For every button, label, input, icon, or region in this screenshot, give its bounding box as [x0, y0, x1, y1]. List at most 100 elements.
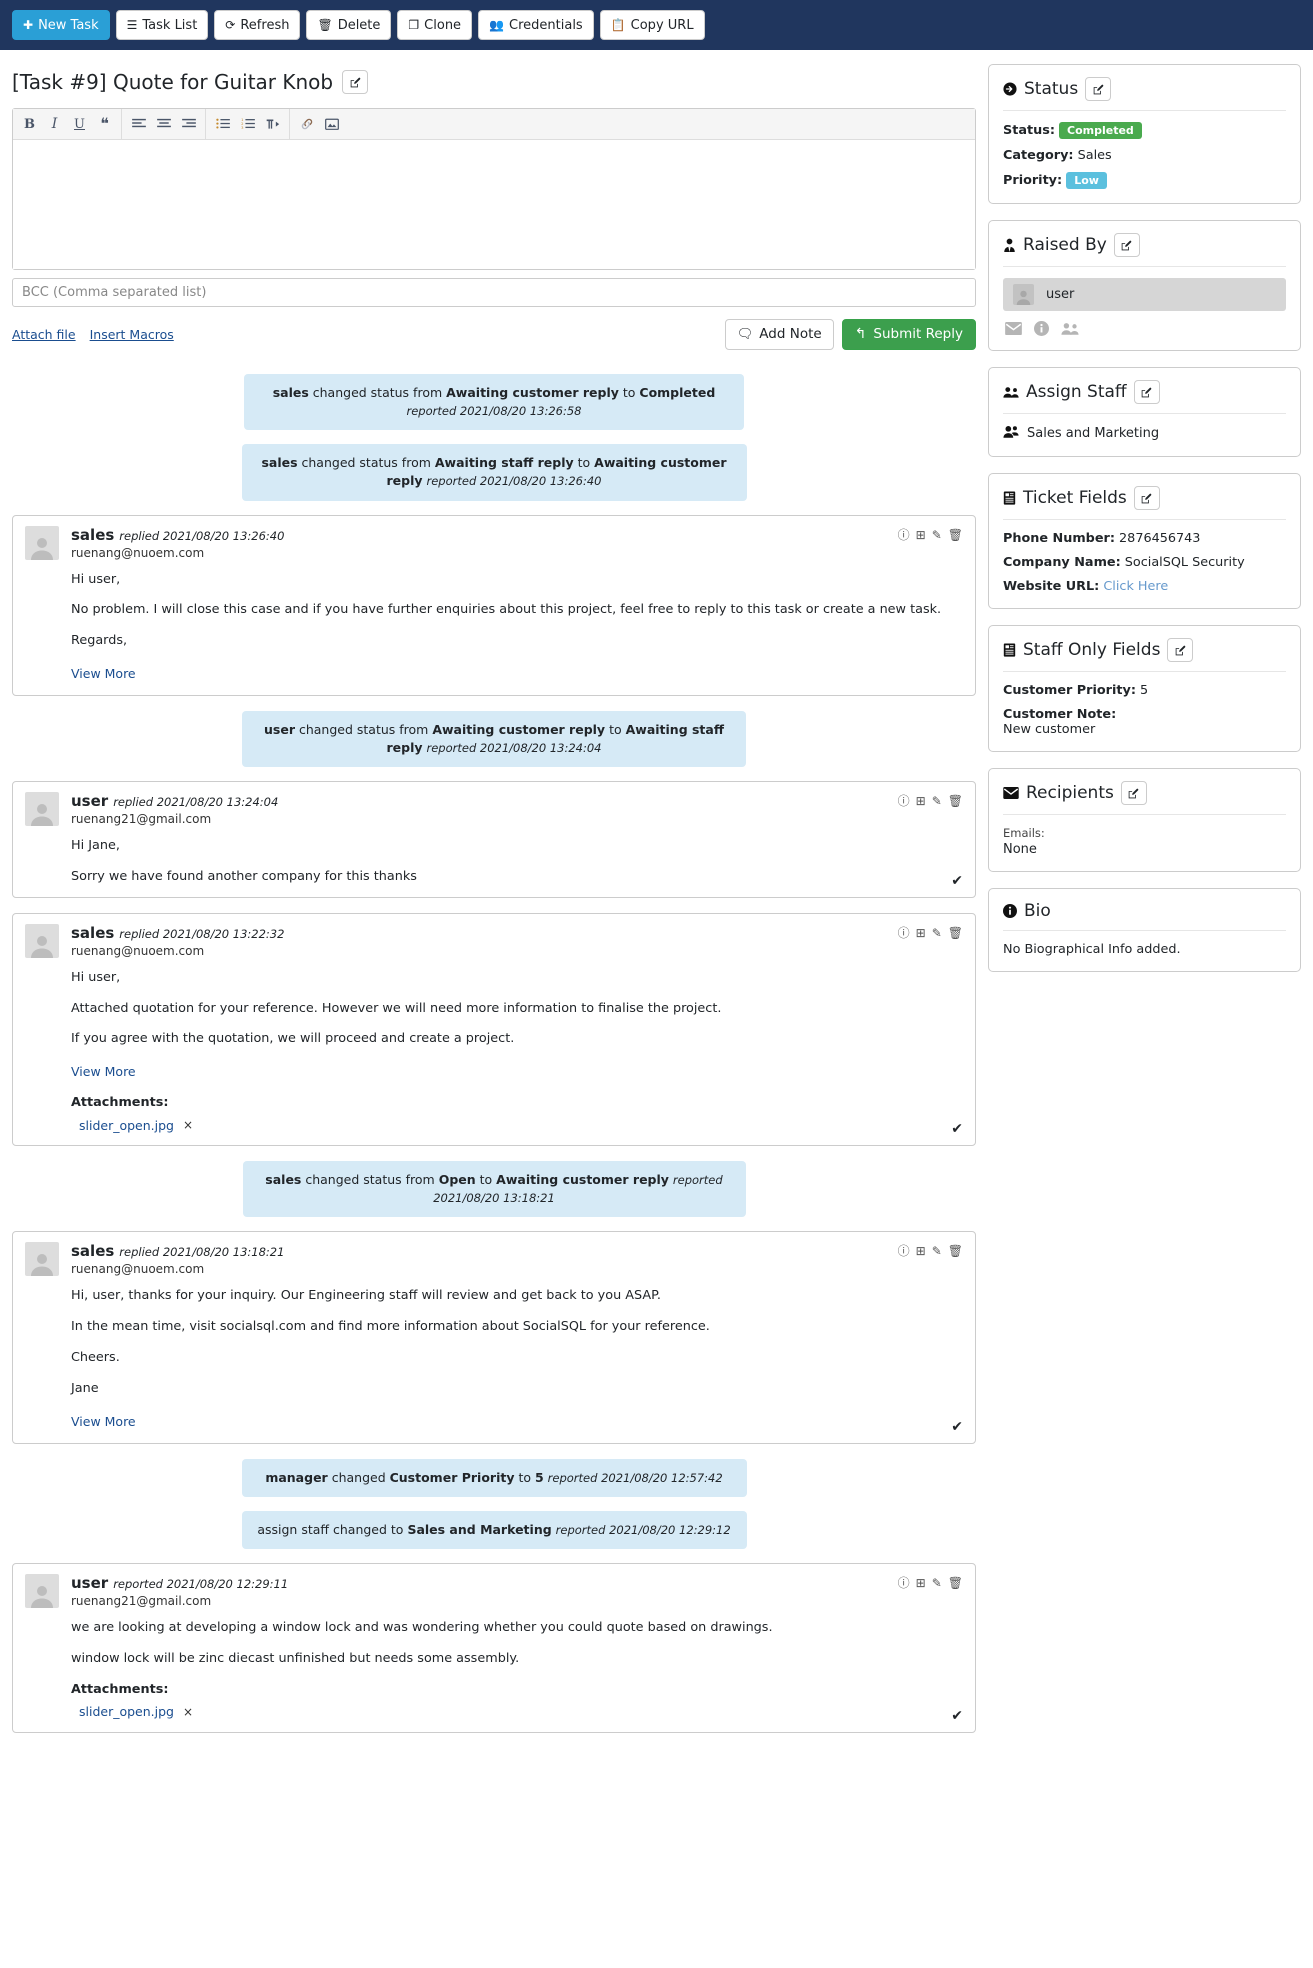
delete-icon[interactable]: 🗑	[948, 1577, 963, 1589]
edit-ticket-fields-button[interactable]	[1133, 486, 1160, 510]
customer-note-value: New customer	[1003, 722, 1096, 737]
message-header: user reported 2021/08/20 12:29:11 ruenang…	[25, 1573, 963, 1608]
align-center-icon[interactable]	[151, 111, 176, 137]
edit-status-button[interactable]	[1085, 77, 1112, 101]
message-email: ruenang21@gmail.com	[71, 1593, 212, 1608]
expand-icon[interactable]: ⊞	[916, 927, 926, 939]
attachment-link[interactable]: slider_open.jpg	[79, 1116, 174, 1135]
raised-by-user-chip[interactable]: user	[1003, 278, 1286, 311]
underline-icon[interactable]: U	[67, 111, 92, 137]
edit-icon[interactable]: ✎	[932, 1245, 942, 1257]
panel-header: Bio	[1003, 901, 1286, 931]
info-icon[interactable]: ⓘ	[898, 529, 910, 541]
message-timestamp: replied 2021/08/20 13:26:40	[119, 528, 285, 543]
title-row: [Task #9] Quote for Guitar Knob	[12, 70, 976, 94]
message-body: we are looking at developing a window lo…	[71, 1618, 963, 1722]
image-icon[interactable]	[319, 111, 344, 137]
message-paragraph: No problem. I will close this case and i…	[71, 602, 942, 618]
remove-attachment-icon[interactable]: ×	[183, 1116, 193, 1135]
edit-icon[interactable]: ✎	[932, 927, 942, 939]
remove-attachment-icon[interactable]: ×	[183, 1703, 193, 1722]
info-icon[interactable]: ⓘ	[898, 1245, 910, 1257]
message-timestamp: reported 2021/08/20 12:29:11	[113, 1576, 289, 1591]
status-text: changed status from	[301, 1172, 439, 1188]
clipboard-icon: 📋	[610, 18, 626, 32]
reply-editor-textarea[interactable]	[13, 140, 975, 269]
edit-assign-staff-button[interactable]	[1133, 380, 1160, 404]
panel-title: Ticket Fields	[1023, 488, 1127, 508]
bcc-input[interactable]	[12, 278, 976, 307]
info-icon[interactable]: ⓘ	[898, 1577, 910, 1589]
edit-icon[interactable]: ✎	[932, 795, 942, 807]
new-task-button[interactable]: ✚ New Task	[12, 10, 110, 40]
message-header: user replied 2021/08/20 13:24:04 ruenang2…	[25, 792, 963, 827]
link-icon[interactable]	[294, 111, 319, 137]
status-change-note: assign staff changed to Sales and Market…	[241, 1510, 747, 1549]
status-actor: sales	[272, 385, 309, 400]
insert-macros-link[interactable]: Insert Macros	[90, 327, 174, 342]
align-left-icon[interactable]	[126, 111, 151, 137]
users-icon[interactable]	[1061, 322, 1079, 335]
status-from: Awaiting staff reply	[434, 455, 574, 471]
verified-check-icon: ✔	[951, 1418, 963, 1435]
expand-icon[interactable]: ⊞	[916, 1245, 926, 1257]
attachments-label: Attachments:	[71, 1681, 169, 1697]
comment-icon: 🗨	[736, 326, 754, 342]
refresh-button[interactable]: ⟳ Refresh	[214, 10, 301, 40]
blockquote-icon[interactable]: ❝	[92, 111, 117, 137]
category-label: Category:	[1003, 148, 1074, 163]
website-url-link[interactable]: Click Here	[1103, 579, 1168, 594]
expand-icon[interactable]: ⊞	[916, 529, 926, 541]
pencil-square-icon	[1141, 493, 1152, 503]
status-to: Awaiting customer reply	[496, 1172, 669, 1188]
rtl-paragraph-icon[interactable]	[260, 111, 285, 137]
status-mid: to	[618, 385, 640, 400]
edit-icon[interactable]: ✎	[932, 529, 942, 541]
add-note-button[interactable]: 🗨 Add Note	[724, 318, 834, 350]
edit-raised-by-button[interactable]	[1113, 233, 1140, 257]
message-author: user	[71, 1573, 109, 1592]
info-icon[interactable]: ⓘ	[898, 795, 910, 807]
expand-icon[interactable]: ⊞	[916, 1577, 926, 1589]
unordered-list-icon[interactable]	[210, 111, 235, 137]
edit-icon[interactable]: ✎	[932, 1577, 942, 1589]
bio-text: No Biographical Info added.	[1003, 942, 1181, 957]
expand-icon[interactable]: ⊞	[916, 795, 926, 807]
task-detail-page: ✚ New Task ☰ Task List ⟳ Refresh 🗑 Delet…	[0, 0, 1313, 1774]
panel-title: Recipients	[1026, 783, 1114, 803]
staff-only-fields-panel: Staff Only Fields Customer Priority: 5 C…	[988, 625, 1301, 752]
edit-recipients-button[interactable]	[1120, 781, 1147, 805]
bold-icon[interactable]: B	[17, 111, 42, 137]
status-row: Status: Completed	[1003, 122, 1286, 139]
task-list-button[interactable]: ☰ Task List	[115, 10, 209, 40]
delete-icon[interactable]: 🗑	[948, 529, 963, 541]
message-email: ruenang21@gmail.com	[71, 812, 212, 827]
attachment-link[interactable]: slider_open.jpg	[79, 1702, 174, 1721]
delete-icon[interactable]: 🗑	[948, 1245, 963, 1257]
ordered-list-icon[interactable]: 1 2 3	[235, 111, 260, 137]
view-more-link[interactable]: View More	[71, 1062, 136, 1081]
status-from: Open	[438, 1172, 476, 1188]
delete-icon[interactable]: 🗑	[948, 795, 963, 807]
info-circle-icon[interactable]	[1034, 321, 1049, 336]
attach-file-link[interactable]: Attach file	[12, 327, 76, 342]
view-more-link[interactable]: View More	[71, 1412, 136, 1431]
thread-message: sales replied 2021/08/20 13:22:32 ruenang…	[12, 912, 976, 1147]
envelope-icon[interactable]	[1005, 322, 1022, 335]
edit-staff-only-fields-button[interactable]	[1167, 638, 1194, 662]
add-note-label: Add Note	[759, 326, 822, 342]
submit-reply-button[interactable]: ↰ Submit Reply	[841, 318, 976, 350]
align-right-icon[interactable]	[176, 111, 201, 137]
credentials-button[interactable]: 👥 Credentials	[478, 10, 594, 40]
view-more-link[interactable]: View More	[71, 664, 136, 683]
edit-title-button[interactable]	[342, 70, 369, 94]
message-body: Hi, user, thanks for your inquiry. Our E…	[71, 1286, 963, 1432]
info-icon[interactable]: ⓘ	[898, 927, 910, 939]
delete-button[interactable]: 🗑 Delete	[306, 10, 392, 40]
clone-button[interactable]: ❐ Clone	[397, 10, 473, 40]
italic-icon[interactable]: I	[42, 111, 67, 137]
copy-url-button[interactable]: 📋 Copy URL	[599, 10, 705, 40]
delete-icon[interactable]: 🗑	[948, 927, 963, 939]
submit-reply-label: Submit Reply	[873, 326, 963, 342]
message-author: sales	[71, 1242, 115, 1261]
